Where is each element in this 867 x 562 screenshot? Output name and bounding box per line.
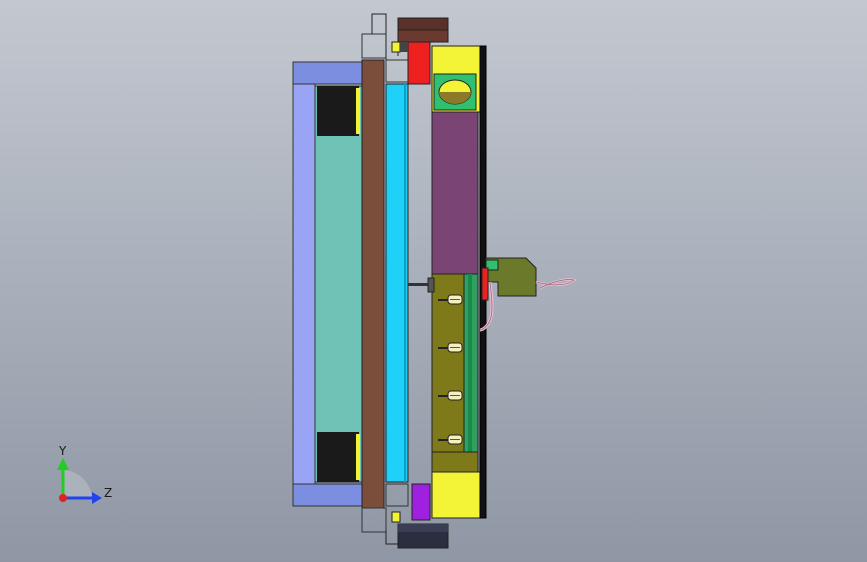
left-frame	[292, 61, 366, 507]
maroon-block-top	[397, 17, 449, 31]
valve-red-ring	[481, 267, 489, 301]
z-axis-arrow	[92, 492, 102, 504]
black-clamp-top	[317, 86, 359, 136]
top-outline-box-2	[385, 59, 409, 83]
frame-bottom-cap	[292, 483, 366, 507]
axis-triad: Y Z	[57, 444, 112, 504]
navy-block-bottom-top	[398, 524, 448, 532]
red-block-top	[407, 41, 431, 85]
top-outline-box	[361, 33, 387, 59]
cyan-plate-inner-line	[404, 84, 406, 482]
top-fitting-green	[391, 41, 401, 53]
maroon-block-top-2	[397, 29, 449, 43]
nozzle-stub	[408, 277, 435, 293]
frame-top-cap	[292, 61, 366, 85]
z-axis-label: Z	[104, 486, 112, 500]
right-mold-half	[431, 45, 487, 519]
x-axis-dot	[59, 494, 67, 502]
purple-plate	[431, 111, 479, 275]
frame-left-rail	[292, 83, 316, 485]
black-clamp-bottom	[317, 432, 359, 482]
violet-block-bottom	[411, 483, 431, 521]
cable-right	[535, 278, 577, 290]
valve-connector[interactable]	[479, 257, 577, 332]
top-small-part	[400, 42, 408, 52]
top-bracket-line	[371, 13, 387, 60]
y-axis-label: Y	[58, 444, 67, 458]
bottom-outline-box-2	[385, 483, 409, 507]
olive-lower-strip	[431, 451, 479, 473]
cad-viewport[interactable]: Y Z	[0, 0, 867, 562]
green-ejector-rail-inner	[468, 274, 472, 452]
y-axis-arrow	[57, 458, 69, 470]
yellow-bottom-block	[431, 471, 481, 519]
yellow-strip-top	[356, 88, 360, 134]
brown-plate	[361, 59, 385, 509]
mold-assembly-drawing: Y Z	[57, 13, 577, 549]
bottom-fitting	[391, 511, 401, 523]
yellow-strip-bottom	[356, 434, 360, 480]
bottom-outline-box	[361, 507, 387, 533]
teal-cavity-panel	[314, 85, 364, 483]
